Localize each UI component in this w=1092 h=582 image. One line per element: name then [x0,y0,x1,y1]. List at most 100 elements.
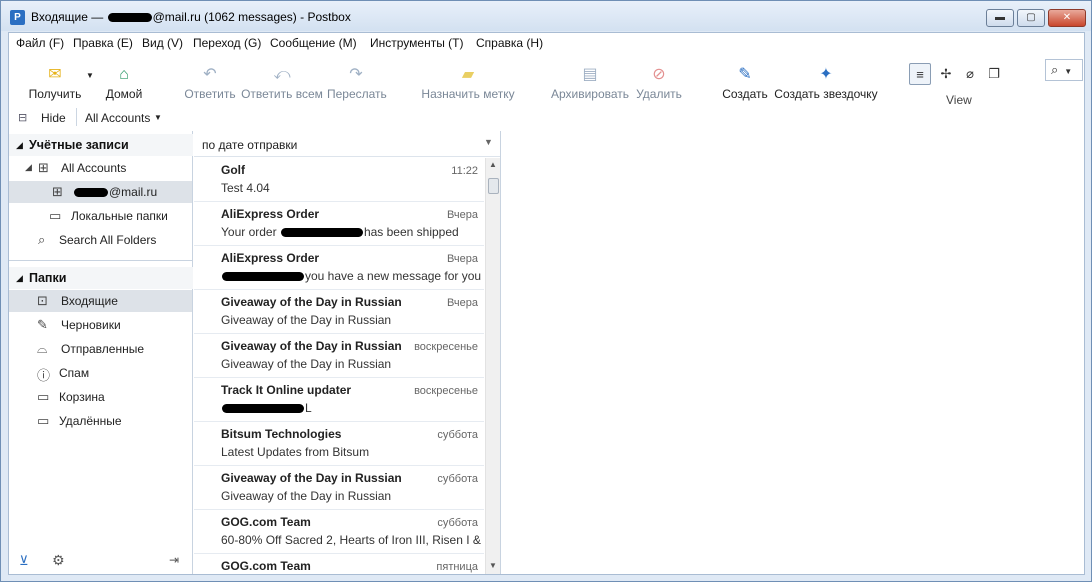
menu-go[interactable]: Переход (G) [193,36,261,50]
sidebar-item-trash[interactable]: ▭ Корзина [9,386,192,408]
sidebar-item-account[interactable]: ⊞ @mail.ru [9,181,192,203]
menu-file[interactable]: Файл (F) [16,36,64,50]
message-subject: Giveaway of the Day in Russian [221,357,392,371]
message-row[interactable]: Bitsum Technologies суббота Latest Updates… [194,422,484,466]
sidebar-item-all-accounts[interactable]: ◢ ⊞ All Accounts [9,157,192,179]
scroll-down-icon[interactable]: ▼ [489,561,497,570]
message-row[interactable]: Track It Online updater воскресенье L [194,378,484,422]
collapse-arrow-icon[interactable]: ◢ [16,140,23,151]
get-mail-button[interactable]: ✉ Получить [27,65,83,101]
menu-view[interactable]: Вид (V) [142,36,183,50]
sidebar-footer: ⊻ ⚙ ⇥ [9,551,192,573]
folders-section-header[interactable]: ◢ Папки [9,267,193,289]
archive-label: Архивировать [550,87,630,101]
sidebar-toggle-icon[interactable]: ⊟ [18,111,27,124]
menu-edit[interactable]: Правка (E) [73,36,133,50]
collapse-sidebar-icon[interactable]: ⇥ [169,553,179,567]
message-row[interactable]: Giveaway of the Day in Russian воскресень… [194,334,484,378]
envelope-download-icon: ✉ [48,66,62,83]
trash-label: Корзина [59,390,105,404]
menu-tools[interactable]: Инструменты (T) [370,36,463,50]
get-mail-label: Получить [28,87,82,101]
new-folder-icon[interactable]: ⊻ [19,553,29,569]
tag-button[interactable]: ▰ Назначить метку [421,65,515,101]
collapse-arrow-icon[interactable]: ◢ [25,162,32,173]
title-suffix: @mail.ru (1062 messages) - Postbox [152,10,351,24]
sidebar-item-spam[interactable]: ⓘ Спам [9,362,192,384]
chevron-down-icon[interactable]: ▼ [484,137,493,147]
scroll-up-icon[interactable]: ▲ [489,160,497,169]
menu-help[interactable]: Справка (H) [476,36,543,50]
message-date: воскресенье [414,341,478,353]
home-button[interactable]: ⌂ Домой [103,65,145,101]
reply-all-label: Ответить всем [241,87,323,101]
preview-pane [502,131,1084,574]
archive-button[interactable]: ▤ Архивировать [550,65,630,101]
message-row[interactable]: AliExpress Order Вчера you have a new mess… [194,246,484,290]
sidebar-item-drafts[interactable]: ✎ Черновики [9,314,192,336]
message-date: Вчера [446,297,478,309]
message-list-scrollbar[interactable]: ▲ ▼ [485,158,500,574]
accounts-section-header[interactable]: ◢ Учётные записи [9,134,193,156]
conversation-view-icon[interactable]: ❐ [983,63,1005,85]
collapse-arrow-icon[interactable]: ◢ [16,273,23,284]
account-icon: ⊞ [52,184,63,199]
title-bar[interactable]: P Входящие — @mail.ru (1062 messages) - … [1,1,1091,31]
message-sender: AliExpress Order [221,251,320,265]
redacted-mark [107,13,152,23]
forward-button[interactable]: ↷ Переслать [327,65,387,101]
attachment-filter-icon[interactable]: ⌀ [959,63,981,85]
message-date: Вчера [446,253,478,265]
reply-all-icon: ⤺ [273,66,291,83]
minimize-button[interactable]: ▬ [986,9,1014,27]
message-date: 11:22 [451,165,478,177]
get-mail-dropdown[interactable]: ▼ [85,71,95,80]
chevron-down-icon: ▼ [1064,67,1073,76]
sidebar-item-search-all[interactable]: ⌕ Search All Folders [9,229,192,251]
sidebar-item-local-folders[interactable]: ▭ Локальные папки [9,205,192,227]
menu-bar: Файл (F) Правка (E) Вид (V) Переход (G) … [9,33,1084,53]
drafts-icon: ✎ [37,317,48,332]
message-row[interactable]: AliExpress Order Вчера Your order has been… [194,202,484,246]
message-subject: Giveaway of the Day in Russian [221,489,392,503]
redacted-mark [280,228,363,238]
message-subject: Test 4.04 [221,181,270,195]
sidebar-item-inbox[interactable]: ⊡ Входящие [9,290,192,312]
delete-button[interactable]: ⊘ Удалить [635,65,683,101]
maximize-button[interactable]: ▢ [1017,9,1045,27]
spam-icon: ⓘ [37,368,51,383]
message-row[interactable]: Giveaway of the Day in Russian суббота Giv… [194,466,484,510]
sort-header[interactable]: по дате отправки ▼ [194,131,500,157]
chevron-down-icon[interactable]: ▼ [154,113,162,122]
redacted-mark [74,188,108,198]
search-icon: ⌕ [1051,62,1059,77]
reply-all-button[interactable]: ⤺ Ответить всем [241,65,323,101]
gear-icon[interactable]: ⚙ [52,552,65,569]
trash-folder-icon: ▭ [37,389,50,404]
accounts-select[interactable]: All Accounts [85,111,150,125]
pin-filter-icon[interactable]: ✢ [935,63,957,85]
search-button[interactable]: ⌕ ▼ [1045,59,1083,81]
close-button[interactable]: ✕ [1048,9,1086,27]
menu-message[interactable]: Сообщение (M) [270,36,357,50]
message-row[interactable]: GOG.com Team пятница [194,554,484,574]
message-date: Вчера [446,209,478,221]
message-row[interactable]: Giveaway of the Day in Russian Вчера Givea… [194,290,484,334]
sidebar-item-deleted[interactable]: ▭ Удалённые [9,410,192,432]
redacted-mark [222,272,304,282]
compose-star-button[interactable]: ✦ Создать звездочку [774,65,878,101]
compose-button[interactable]: ✎ Создать [722,65,768,101]
scrollbar-thumb[interactable] [488,178,499,194]
spam-label: Спам [59,366,90,380]
inbox-icon: ⊡ [37,293,48,308]
sidebar-item-sent[interactable]: ⌓ Отправленные [9,338,192,360]
list-view-icon[interactable]: ≡ [909,63,931,85]
reply-button[interactable]: ↶ Ответить [184,65,236,101]
message-sender: Giveaway of the Day in Russian [221,471,402,485]
hide-button[interactable]: Hide [41,111,66,125]
tag-label: Назначить метку [421,87,515,101]
message-row[interactable]: Golf 11:22 Test 4.04 [194,158,484,202]
redacted-mark [222,404,304,414]
message-row[interactable]: GOG.com Team суббота 60-80% Off Sacred 2, … [194,510,484,554]
message-subject: 60-80% Off Sacred 2, Hearts of Iron III,… [221,533,481,547]
